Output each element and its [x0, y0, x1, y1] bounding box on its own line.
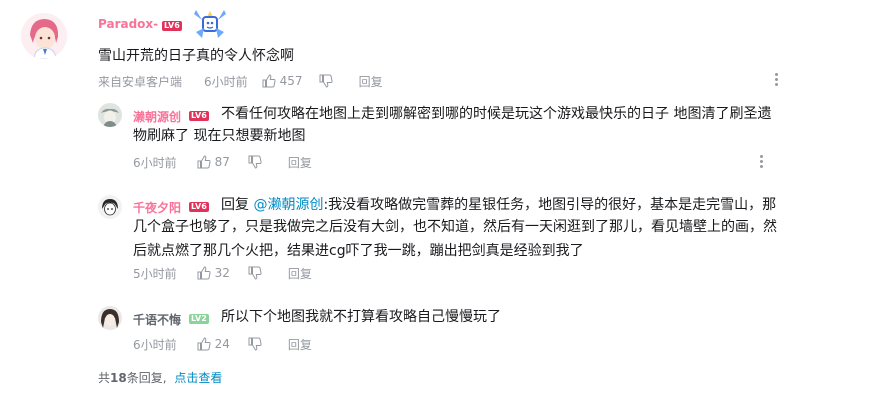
reply-text-line: 物刷麻了 现在只想要新地图 [133, 128, 306, 144]
username[interactable]: 千语不悔 [133, 311, 181, 328]
like-icon[interactable] [262, 74, 276, 88]
username[interactable]: 千夜夕阳 [133, 199, 181, 216]
reply-count: 18 [110, 371, 127, 385]
like-icon[interactable] [197, 266, 211, 280]
more-options-icon[interactable] [772, 72, 780, 88]
reply-text-line: 几个盒子也够了，只是我做完之后没有大剑，也不知道，然后有一天闲逛到了那儿，看见墙… [133, 219, 777, 235]
like-icon[interactable] [197, 337, 211, 351]
reply-text: 几个盒子也够了，只是我做完之后没有大剑，也不知道，然后有一天闲逛到了那儿，看见墙… [133, 215, 777, 263]
comment-text: 雪山开荒的日子真的令人怀念啊 [98, 48, 294, 64]
more-options-icon[interactable] [757, 154, 765, 170]
avatar[interactable] [98, 306, 122, 330]
like-count: 87 [214, 155, 230, 169]
dislike-icon[interactable] [248, 337, 262, 351]
avatar[interactable] [98, 195, 122, 219]
level-badge: LV6 [189, 111, 209, 121]
username[interactable]: 濑朝源创 [133, 108, 181, 125]
reply-prefix: 回复 [221, 197, 249, 213]
avatar[interactable] [21, 13, 67, 59]
level-badge: LV2 [189, 314, 209, 324]
mention-link[interactable]: @濑朝源创 [253, 197, 323, 213]
reply-meta: 5小时前 32 回复 [133, 265, 312, 281]
timestamp: 6小时前 [133, 155, 177, 170]
dislike-icon[interactable] [248, 266, 262, 280]
view-more-link[interactable]: 点击查看 [174, 371, 222, 385]
reply-text: 物刷麻了 现在只想要新地图 [133, 124, 305, 148]
dislike-icon[interactable] [319, 74, 333, 88]
source-label: 来自安卓客户端 [98, 74, 183, 89]
timestamp: 5小时前 [133, 266, 177, 281]
dislike-icon[interactable] [248, 155, 262, 169]
like-count: 24 [214, 337, 230, 351]
reply-button[interactable]: 回复 [288, 265, 312, 282]
reply-text-line: 不看任何攻略在地图上走到哪解密到哪的时候是玩这个游戏最快乐的日子 地图清了刷圣遗 [221, 106, 772, 122]
reply-button[interactable]: 回复 [359, 73, 383, 90]
avatar-image [21, 13, 67, 59]
avatar[interactable] [98, 103, 122, 127]
like-icon[interactable] [197, 155, 211, 169]
comment-meta: 来自安卓客户端 6小时前 457 回复 [98, 73, 383, 89]
username[interactable]: Paradox- [98, 17, 158, 31]
reply-meta: 6小时前 87 回复 [133, 154, 312, 170]
timestamp: 6小时前 [133, 337, 177, 352]
footer-prefix: 共 [98, 371, 111, 385]
like-count: 457 [279, 74, 303, 88]
avatar-image [98, 195, 122, 219]
reply-button[interactable]: 回复 [288, 154, 312, 171]
like-count: 32 [214, 266, 230, 280]
reply-text-line: :我没看攻略做完雪葬的星银任务，地图引导的很好，基本是走完雪山，那 [323, 197, 777, 213]
reply-button[interactable]: 回复 [288, 336, 312, 353]
reply-text: 不看任何攻略在地图上走到哪解密到哪的时候是玩这个游戏最快乐的日子 地图清了刷圣遗 [221, 102, 781, 126]
reply-text: 所以下个地图我就不打算看攻略自己慢慢玩了 [221, 305, 501, 329]
medal-icon [190, 8, 230, 40]
level-badge: LV6 [189, 202, 209, 212]
level-badge: LV6 [162, 21, 182, 31]
reply-count-footer: 共18条回复, 点击查看 [98, 369, 222, 386]
reply-text-line: 后就点燃了那几个火把，结果进cg吓了我一跳，蹦出把剑真是经验到我了 [133, 243, 584, 259]
reply-text: 回复 @濑朝源创:我没看攻略做完雪葬的星银任务，地图引导的很好，基本是走完雪山，… [221, 193, 776, 217]
avatar-image [98, 306, 122, 330]
reply-meta: 6小时前 24 回复 [133, 336, 312, 352]
reply-text-line: 所以下个地图我就不打算看攻略自己慢慢玩了 [221, 309, 501, 325]
footer-suffix: 条回复, [126, 371, 167, 385]
avatar-image [98, 103, 122, 127]
timestamp: 6小时前 [204, 74, 248, 89]
